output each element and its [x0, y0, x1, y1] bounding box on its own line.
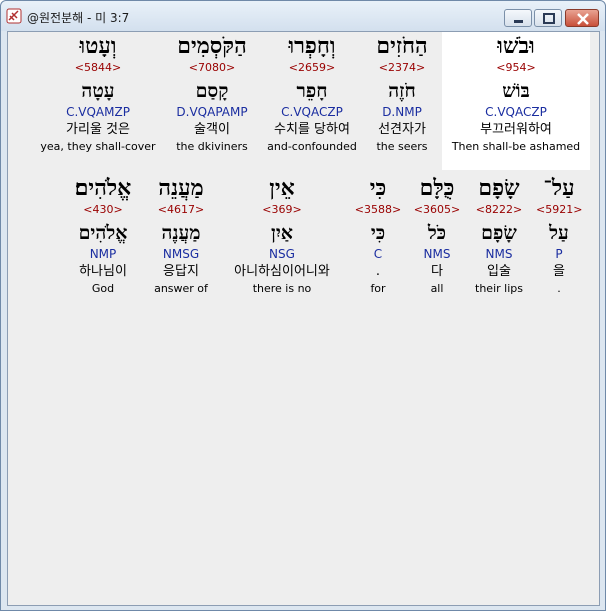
hebrew-lemma: מַעֲנֶה [161, 222, 201, 244]
word-cell[interactable]: הַחֹזִים <2374> חֹזֶה D.NMP 선견자가 the see… [362, 32, 442, 170]
english-gloss: for [370, 282, 386, 295]
word-cell[interactable]: עַל־ <5921> עַל P 을 . [536, 174, 582, 312]
korean-gloss: 술객이 [194, 122, 230, 137]
hebrew-lemma: קָסַם [195, 80, 229, 102]
word-cell[interactable]: כִּי <3588> כִּי C . for [354, 174, 402, 312]
english-gloss: Then shall-be ashamed [451, 140, 581, 153]
strong-number: <430> [83, 203, 123, 216]
hebrew-lemma: חָפֵר [296, 80, 328, 102]
morphology-code: C.VQAMZP [66, 105, 130, 119]
hebrew-word: שָׂפָם [478, 175, 520, 201]
morphology-code: C.VQACZP [485, 105, 547, 119]
english-gloss: the seers [376, 140, 428, 153]
morphology-code: NMP [89, 247, 117, 261]
korean-gloss: 아니하심이어니와 [234, 264, 330, 279]
morphology-code: NMS [485, 247, 513, 261]
close-button[interactable] [565, 9, 599, 27]
minimize-button[interactable] [504, 9, 532, 27]
morphology-code: NMS [423, 247, 451, 261]
korean-gloss: 입술 [487, 264, 511, 279]
analysis-panel: וּבֹשׁוּ <954> בּוֹשׁ C.VQACZP 부끄러워하여 Th… [7, 31, 600, 606]
hebrew-word: הַקֹּסְמִים [177, 33, 247, 59]
morphology-code: D.VQAPAMP [176, 105, 248, 119]
hebrew-word: כֻּלָּם [419, 175, 455, 201]
strong-number: <3588> [354, 203, 402, 216]
hebrew-lemma: חֹזֶה [388, 80, 416, 102]
korean-gloss: 하나님이 [79, 264, 127, 279]
korean-gloss: 수치를 당하여 [274, 122, 350, 137]
title-bar[interactable]: @원전분해 - 미 3:7 [1, 1, 605, 31]
strong-number: <2659> [288, 61, 336, 74]
maximize-button[interactable] [534, 9, 562, 27]
strong-number: <369> [262, 203, 302, 216]
strong-number: <8222> [475, 203, 523, 216]
hebrew-word: אֵין [269, 175, 295, 201]
morphology-code: NSG [269, 247, 295, 261]
strong-number: <5921> [536, 203, 583, 216]
word-cell[interactable]: כֻּלָּם <3605> כֹּל NMS 다 all [412, 174, 462, 312]
hebrew-word: וּבֹשׁוּ [497, 33, 535, 59]
korean-gloss: 선견자가 [378, 122, 426, 137]
strong-number: <4617> [157, 203, 205, 216]
hebrew-lemma: בּוֹשׁ [502, 80, 530, 102]
english-gloss: the dkiviners [176, 140, 248, 153]
english-gloss: answer of [154, 282, 208, 295]
english-gloss: there is no [252, 282, 312, 295]
english-gloss: their lips [475, 282, 523, 295]
hebrew-lemma: כֹּל [427, 222, 447, 244]
hebrew-word: וְעָטוּ [79, 33, 117, 59]
korean-gloss: 다 [431, 264, 443, 279]
hebrew-word: אֱלֹהִים׃ [74, 175, 132, 201]
hebrew-lemma: אַיִן [270, 222, 294, 244]
morphology-code: NMSG [162, 247, 200, 261]
korean-gloss: . [375, 264, 381, 279]
strong-number: <7080> [188, 61, 236, 74]
morphology-code: P [555, 247, 563, 261]
word-cell[interactable]: וּבֹשׁוּ <954> בּוֹשׁ C.VQACZP 부끄러워하여 Th… [442, 32, 590, 170]
korean-gloss: 응답지 [163, 264, 199, 279]
morphology-code: C [373, 247, 383, 261]
hebrew-lemma: עָטָה [81, 80, 115, 102]
korean-gloss: 가리울 것은 [66, 122, 130, 137]
strong-number: <954> [496, 61, 536, 74]
strong-number: <2374> [378, 61, 426, 74]
hebrew-lemma: אֱלֹהִים [78, 222, 128, 244]
word-cell[interactable]: שָׂפָם <8222> שָׂפָם NMS 입술 their lips [466, 174, 532, 312]
window-title: @원전분해 - 미 3:7 [27, 11, 130, 25]
word-cell[interactable]: וְחָפְרוּ <2659> חָפֵר C.VQACZP 수치를 당하여 … [262, 32, 362, 170]
korean-gloss: 을 [553, 264, 565, 279]
app-logo-icon [6, 8, 22, 24]
morphology-code: C.VQACZP [281, 105, 343, 119]
english-gloss: all [430, 282, 444, 295]
hebrew-lemma: שָׂפָם [481, 222, 517, 244]
english-gloss: and-confounded [267, 140, 357, 153]
hebrew-word: מַעֲנֵה [158, 175, 204, 201]
hebrew-lemma: כִּי [370, 222, 386, 244]
app-window: @원전분해 - 미 3:7 וּבֹשׁוּ <954> בּוֹשׁ C.VQ… [0, 0, 606, 611]
english-gloss: yea, they shall-cover [40, 140, 156, 153]
word-cell[interactable]: אֵין <369> אַיִן NSG 아니하심이어니와 there is n… [220, 174, 344, 312]
strong-number: <5844> [74, 61, 122, 74]
word-cell[interactable]: אֱלֹהִים׃ <430> אֱלֹהִים NMP 하나님이 God [64, 174, 142, 312]
strong-number: <3605> [413, 203, 461, 216]
morphology-code: D.NMP [382, 105, 422, 119]
word-cell[interactable]: הַקֹּסְמִים <7080> קָסַם D.VQAPAMP 술객이 t… [162, 32, 262, 170]
english-gloss: God [91, 282, 115, 295]
hebrew-word: עַל־ [543, 175, 575, 201]
word-cell[interactable]: וְעָטוּ <5844> עָטָה C.VQAMZP 가리울 것은 yea… [34, 32, 162, 170]
hebrew-lemma: עַל [549, 222, 569, 244]
english-gloss: . [557, 282, 561, 295]
hebrew-word: הַחֹזִים [376, 33, 428, 59]
hebrew-word: כִּי [369, 175, 387, 201]
hebrew-word: וְחָפְרוּ [288, 33, 336, 59]
word-cell[interactable]: מַעֲנֵה <4617> מַעֲנֶה NMSG 응답지 answer o… [148, 174, 214, 312]
korean-gloss: 부끄러워하여 [480, 122, 552, 137]
